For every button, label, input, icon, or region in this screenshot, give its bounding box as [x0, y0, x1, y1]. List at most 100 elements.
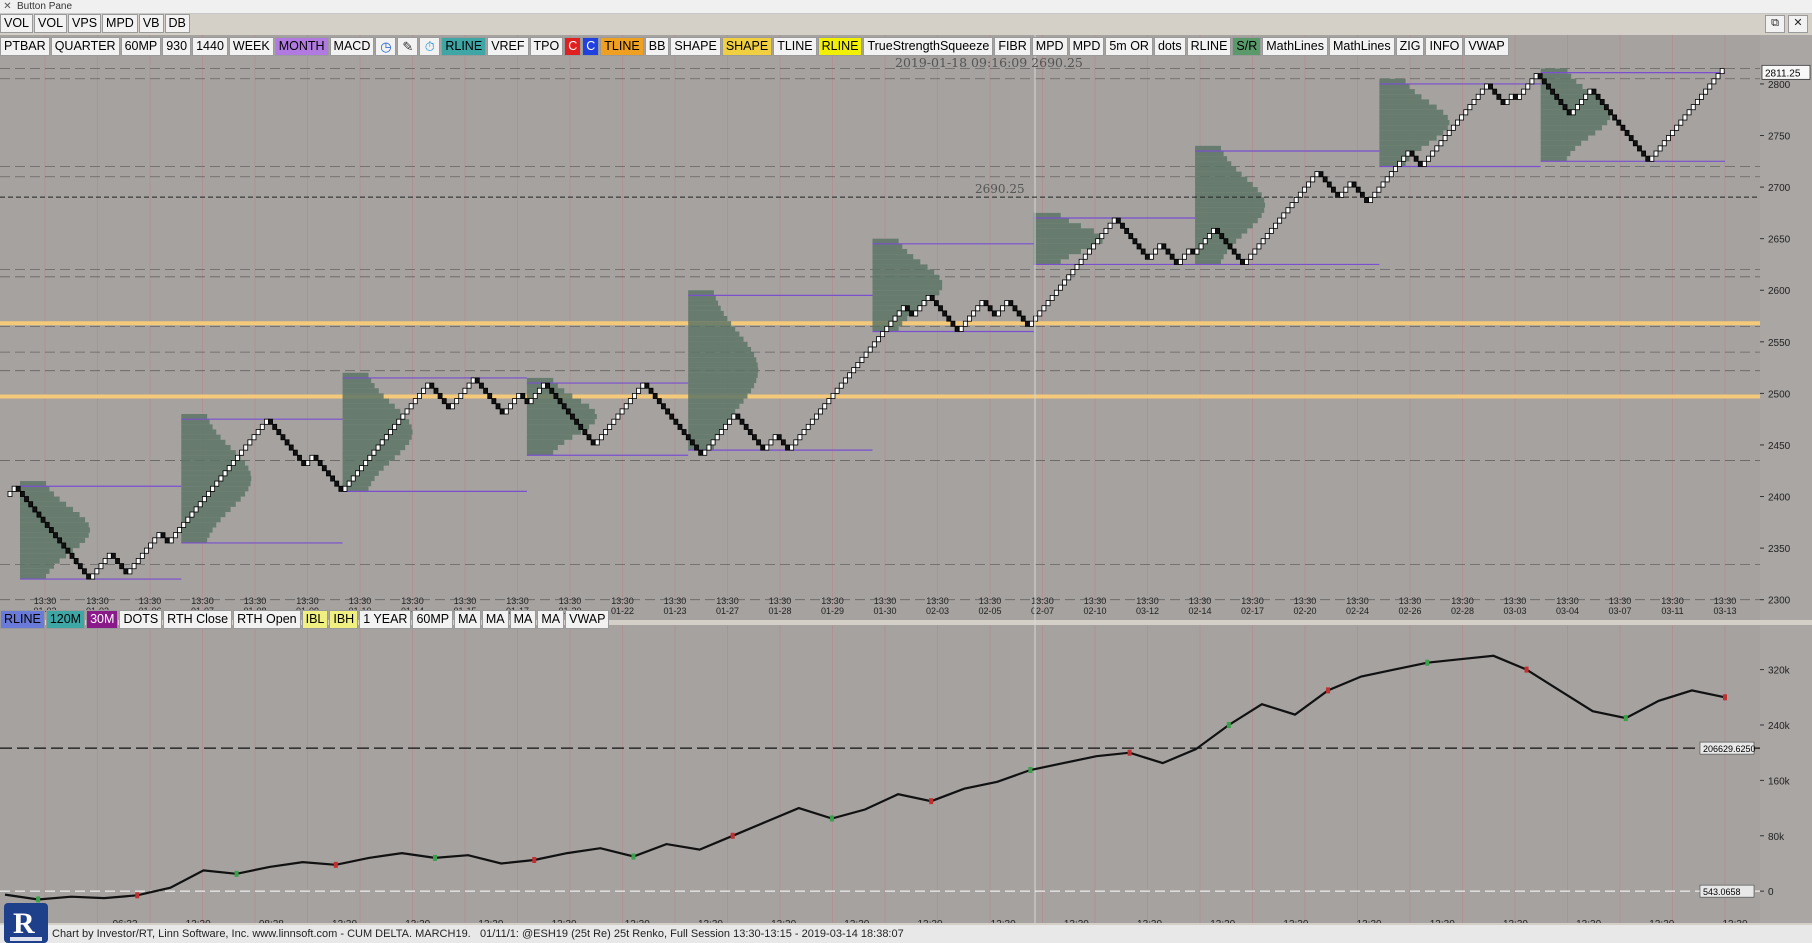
profile-bar [688, 383, 755, 389]
renko-brick [760, 444, 766, 451]
renko-brick [94, 568, 100, 575]
renko-brick [574, 418, 579, 425]
toolbar2-button-tline[interactable]: TLINE [773, 37, 817, 56]
toolbar3-button-30m[interactable]: 30M [86, 610, 119, 629]
toolbar2-button-rline[interactable]: RLINE [1186, 37, 1232, 56]
pencil-icon[interactable]: ✎ [397, 37, 419, 56]
toolbar2-button-c[interactable]: C [582, 37, 600, 56]
toolbar1-button-db[interactable]: DB [164, 14, 190, 33]
renko-brick [470, 377, 476, 384]
toolbar2-button-mpd[interactable]: MPD [1031, 37, 1068, 56]
toolbar2-button-fibr[interactable]: FIBR [994, 37, 1031, 56]
date-tick-label: 02-05 [978, 606, 1001, 616]
profile-bar [872, 310, 914, 317]
profile-bar [1379, 104, 1437, 110]
toolbar2-button-shape[interactable]: SHAPE [721, 37, 773, 56]
toolbar3-button-ibl[interactable]: IBL [301, 610, 329, 629]
renko-brick [235, 454, 240, 461]
toolbar3-button-60mp[interactable]: 60MP [412, 610, 454, 629]
profile-bar [1379, 140, 1430, 146]
toolbar2-button-mpd[interactable]: MPD [1068, 37, 1105, 56]
clock-icon[interactable]: ◷ [375, 37, 397, 56]
renko-brick [1273, 222, 1278, 229]
time-tick-label: 13:30 [716, 596, 739, 606]
renko-brick [1322, 176, 1328, 183]
toolbar2-button-bb[interactable]: BB [644, 37, 670, 56]
toolbar2-button-60mp[interactable]: 60MP [120, 37, 162, 56]
toolbar2-button-5m-or[interactable]: 5m OR [1105, 37, 1153, 56]
renko-brick [975, 305, 981, 312]
toolbar2-button-week[interactable]: WEEK [228, 37, 274, 56]
toolbar3-button-rth-close[interactable]: RTH Close [163, 610, 233, 629]
toolbar2-button-s-r[interactable]: S/R [1232, 37, 1262, 56]
renko-brick [297, 454, 302, 461]
toolbar2-button-vwap[interactable]: VWAP [1464, 37, 1509, 56]
toolbar2-button-rline[interactable]: RLINE [441, 37, 487, 56]
renko-brick [24, 496, 29, 503]
renko-brick [1306, 181, 1312, 188]
toolbar2-button-zig[interactable]: ZIG [1395, 37, 1425, 56]
toolbar3-button-ibh[interactable]: IBH [329, 610, 359, 629]
toolbar1-button-vol[interactable]: VOL [0, 14, 34, 33]
time-tick-label: 13:30 [1399, 596, 1422, 606]
profile-bar [342, 429, 413, 435]
toolbar2-button-mathlines[interactable]: MathLines [1328, 37, 1395, 56]
toolbar2-button-rline[interactable]: RLINE [817, 37, 863, 56]
profile-bar [688, 321, 732, 327]
toolbar2-button-quarter[interactable]: QUARTER [50, 37, 120, 56]
renko-brick [1339, 191, 1345, 198]
renko-brick [1670, 129, 1675, 136]
toolbar2-button-tline[interactable]: TLINE [600, 37, 644, 56]
delta-time-label: 13:30 [405, 919, 430, 923]
toolbar2-button-930[interactable]: 930 [162, 37, 192, 56]
profile-bar [20, 553, 67, 559]
toolbar3-button-ma[interactable]: MA [481, 610, 509, 629]
toolbar1-button-vb[interactable]: VB [138, 14, 164, 33]
delta-bar-marker [730, 832, 735, 839]
renko-brick [433, 387, 439, 394]
renko-brick [681, 429, 687, 436]
toolbar1-button-vps[interactable]: VPS [68, 14, 102, 33]
toolbar2-button-info[interactable]: INFO [1425, 37, 1464, 56]
renko-brick [259, 423, 265, 430]
date-tick-label: 03-03 [1503, 606, 1526, 616]
chart-canvas[interactable]: 13:3001-0213:3001-0313:3001-0613:3001-07… [0, 35, 1812, 923]
stopwatch-icon[interactable]: ⏱ [419, 37, 441, 56]
toolbar2-button-dots[interactable]: dots [1153, 37, 1186, 56]
renko-brick [123, 568, 129, 575]
toolbar2-button-mathlines[interactable]: MathLines [1262, 37, 1328, 56]
toolbar2-button-1440[interactable]: 1440 [192, 37, 228, 56]
toolbar3-button-rth-open[interactable]: RTH Open [233, 610, 301, 629]
toolbar3-button-120m[interactable]: 120M [45, 610, 86, 629]
renko-brick [971, 310, 977, 317]
toolbar2-button-month[interactable]: MONTH [274, 37, 329, 56]
toolbar3-button-dots[interactable]: DOTS [119, 610, 163, 629]
restore-icon[interactable]: ⧉ [1765, 15, 1785, 33]
toolbar3-button-ma[interactable]: MA [509, 610, 537, 629]
renko-brick [392, 423, 398, 430]
renko-brick [1603, 104, 1609, 111]
toolbar2-button-tpo[interactable]: TPO [529, 37, 564, 56]
toolbar2-button-truestrengthsqueeze[interactable]: TrueStrengthSqueeze [863, 37, 994, 56]
crosshair-readout: 2019-01-18 09:16:09 2690.25 [895, 55, 1083, 70]
profile-bar [688, 367, 759, 373]
toolbar3-button-ma[interactable]: MA [537, 610, 565, 629]
toolbar3-button-rline[interactable]: RLINE [0, 610, 45, 629]
renko-brick [834, 387, 840, 394]
renko-brick [656, 398, 662, 405]
toolbar3-button-1-year[interactable]: 1 YEAR [359, 610, 412, 629]
toolbar1-button-mpd[interactable]: MPD [102, 14, 138, 33]
toolbar2-button-c[interactable]: C [564, 37, 582, 56]
toolbar3-button-ma[interactable]: MA [454, 610, 481, 629]
toolbar3-button-vwap[interactable]: VWAP [565, 610, 610, 629]
close-pane-icon[interactable]: ✕ [2, 1, 13, 12]
toolbar2-button-vref[interactable]: VREF [487, 37, 529, 56]
toolbar2-button-macd[interactable]: MACD [329, 37, 375, 56]
toolbar2-button-ptbar[interactable]: PTBAR [0, 37, 50, 56]
close-icon[interactable]: ✕ [1788, 15, 1808, 33]
profile-bar [181, 419, 210, 425]
renko-brick [1463, 109, 1469, 116]
toolbar1-button-vol[interactable]: VOL [34, 14, 68, 33]
profile-bar [1540, 135, 1589, 141]
toolbar2-button-shape[interactable]: SHAPE [670, 37, 721, 56]
